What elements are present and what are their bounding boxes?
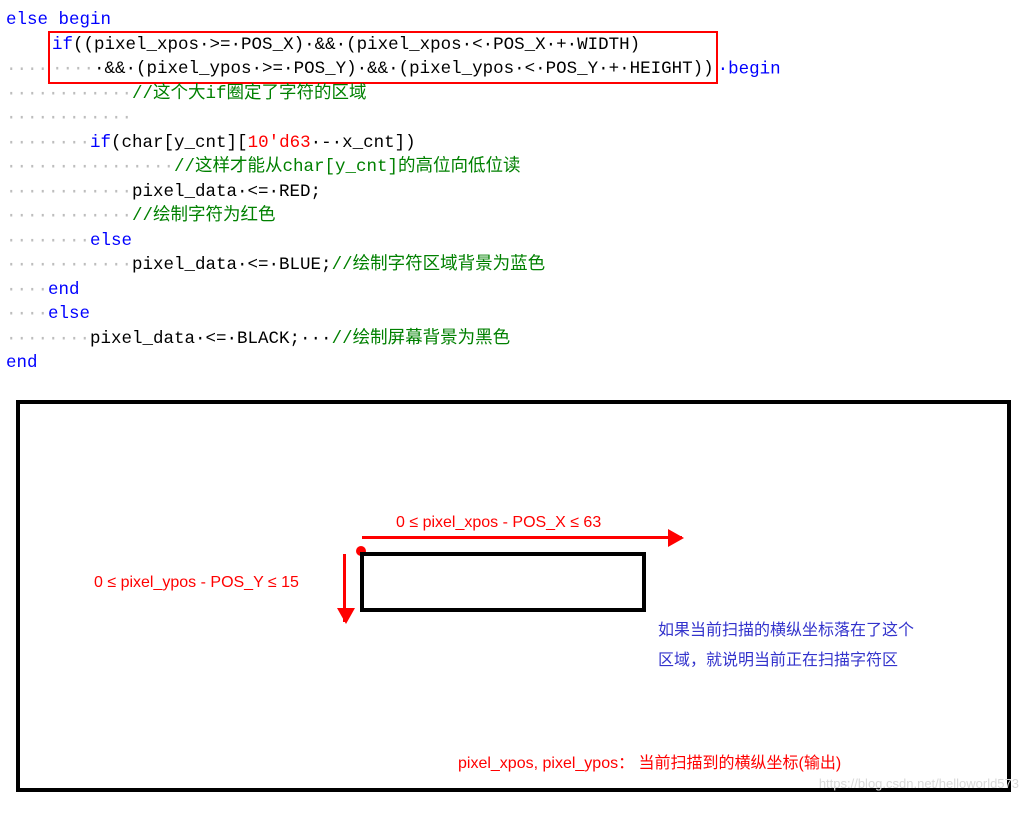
char-region-rect bbox=[360, 552, 646, 612]
cond-line2: ·&&·(pixel_ypos·>=·POS_Y)·&&·(pixel_ypos… bbox=[94, 59, 714, 79]
kw-if: if bbox=[52, 35, 73, 55]
comment: //绘制屏幕背景为黑色 bbox=[332, 329, 511, 349]
comment: //这样才能从char[y_cnt]的高位向低位读 bbox=[174, 157, 521, 177]
indent: ········ bbox=[6, 133, 90, 153]
arrow-right-icon bbox=[362, 536, 682, 539]
kw-begin: ·begin bbox=[718, 59, 781, 79]
watermark-text: https://blog.csdn.net/helloworld573 bbox=[819, 775, 1019, 793]
code-text: ·-·x_cnt]) bbox=[311, 133, 416, 153]
y-range-label: 0 ≤ pixel_ypos - POS_Y ≤ 15 bbox=[94, 572, 299, 594]
number-literal: 10'd63 bbox=[248, 133, 311, 153]
indent: ············ bbox=[6, 255, 132, 275]
indent: ········ bbox=[6, 231, 90, 251]
x-range-label: 0 ≤ pixel_xpos - POS_X ≤ 63 bbox=[396, 512, 601, 534]
code-text: pixel_data·<=·BLUE; bbox=[132, 255, 332, 275]
kw-if: if bbox=[90, 133, 111, 153]
cond-line1: ((pixel_xpos·>=·POS_X)·&&·(pixel_xpos·<·… bbox=[73, 35, 640, 55]
indent: ············ bbox=[6, 108, 132, 128]
region-note: 如果当前扫描的横纵坐标落在了这个区域，就说明当前正在扫描字符区 bbox=[658, 616, 918, 677]
indent: ················ bbox=[6, 157, 174, 177]
code-text: (char[y_cnt][ bbox=[111, 133, 248, 153]
code-text: pixel_data·<=·RED; bbox=[132, 182, 321, 202]
indent: ············ bbox=[6, 84, 132, 104]
indent: ···· bbox=[6, 280, 48, 300]
kw-end: end bbox=[6, 353, 38, 373]
indent: ···· bbox=[52, 59, 94, 79]
kw-end: end bbox=[48, 280, 80, 300]
kw-else: else bbox=[90, 231, 132, 251]
comment: //这个大if圈定了字符的区域 bbox=[132, 84, 367, 104]
kw-else: else bbox=[48, 304, 90, 324]
arrow-down-icon bbox=[343, 554, 346, 622]
indent: ············ bbox=[6, 206, 132, 226]
indent: ············ bbox=[6, 182, 132, 202]
code-text: pixel_data·<=·BLACK;··· bbox=[90, 329, 332, 349]
indent: ········ bbox=[6, 329, 90, 349]
code-block: else begin ····if((pixel_xpos·>=·POS_X)·… bbox=[6, 8, 1021, 376]
comment: //绘制字符区域背景为蓝色 bbox=[332, 255, 546, 275]
indent: ···· bbox=[6, 304, 48, 324]
kw-else-begin: else begin bbox=[6, 10, 111, 30]
highlighted-condition: if((pixel_xpos·>=·POS_X)·&&·(pixel_xpos·… bbox=[48, 31, 718, 84]
diagram-outer-box: 0 ≤ pixel_xpos - POS_X ≤ 63 0 ≤ pixel_yp… bbox=[16, 400, 1011, 792]
pixel-pos-label: pixel_xpos, pixel_ypos： 当前扫描到的横纵坐标(输出) bbox=[458, 753, 841, 775]
comment: //绘制字符为红色 bbox=[132, 206, 276, 226]
indent: ···· bbox=[6, 59, 48, 79]
